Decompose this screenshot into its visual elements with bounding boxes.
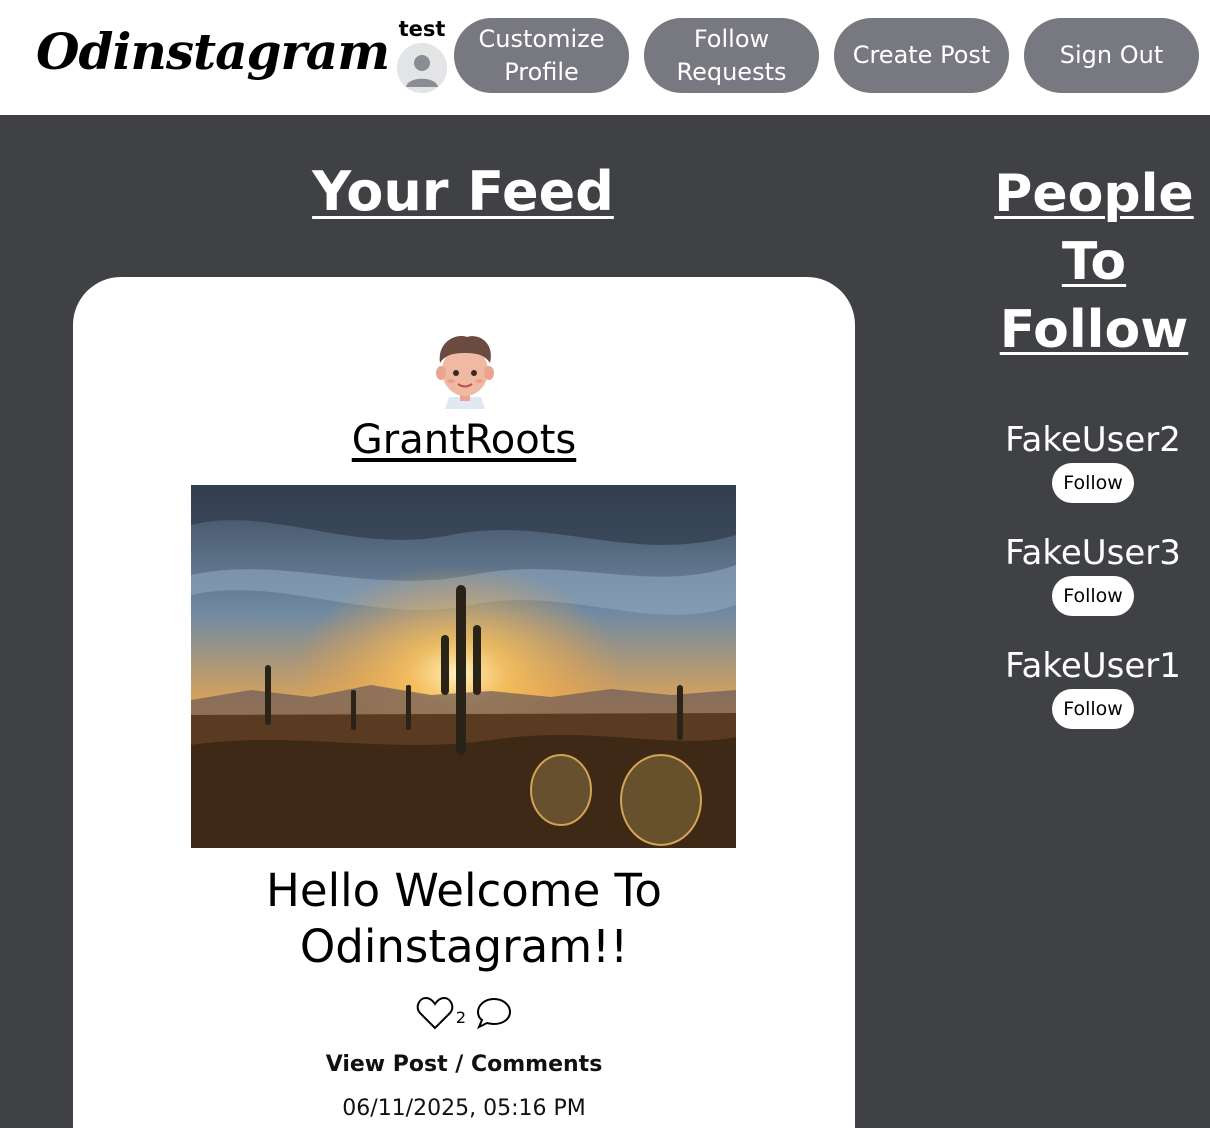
suggestion-username: FakeUser3: [1005, 533, 1181, 573]
view-post-comments-link[interactable]: View Post / Comments: [73, 1052, 855, 1077]
current-user[interactable]: test: [396, 15, 448, 93]
follow-requests-button[interactable]: Follow Requests: [644, 18, 819, 93]
suggestion-item: FakeUser2 Follow: [990, 420, 1196, 503]
post-actions: 2: [73, 995, 855, 1035]
heart-icon[interactable]: [416, 995, 454, 1036]
feed-title: Your Feed: [312, 160, 614, 223]
customize-profile-button[interactable]: Customize Profile: [454, 18, 629, 93]
post-author-link[interactable]: GrantRoots: [73, 417, 855, 463]
suggestion-username: FakeUser2: [1005, 420, 1181, 460]
sign-out-button[interactable]: Sign Out: [1024, 18, 1199, 93]
follow-button[interactable]: Follow: [1052, 463, 1134, 503]
author-avatar-icon[interactable]: [427, 331, 503, 409]
suggestion-username: FakeUser1: [1005, 646, 1181, 686]
suggestion-item: FakeUser3 Follow: [990, 533, 1196, 616]
post-image[interactable]: [191, 485, 736, 848]
post-timestamp: 06/11/2025, 05:16 PM: [342, 1096, 586, 1121]
follow-button[interactable]: Follow: [1052, 576, 1134, 616]
top-nav-bar: Odinstagram test Customize Profile Follo…: [0, 0, 1210, 115]
default-avatar-icon[interactable]: [397, 43, 447, 93]
current-username[interactable]: test: [396, 15, 448, 43]
follow-button[interactable]: Follow: [1052, 689, 1134, 729]
app-logo[interactable]: Odinstagram: [36, 22, 390, 81]
post-caption: Hello Welcome To Odinstagram!!: [266, 864, 662, 973]
create-post-button[interactable]: Create Post: [834, 18, 1009, 93]
post-card: GrantRoots Hello Welcome To Odinstagram!…: [73, 277, 855, 1128]
like-count: 2: [455, 1007, 467, 1027]
suggestion-item: FakeUser1 Follow: [990, 646, 1196, 729]
comment-icon[interactable]: [476, 996, 512, 1035]
people-to-follow-title: People To Follow: [994, 164, 1194, 360]
